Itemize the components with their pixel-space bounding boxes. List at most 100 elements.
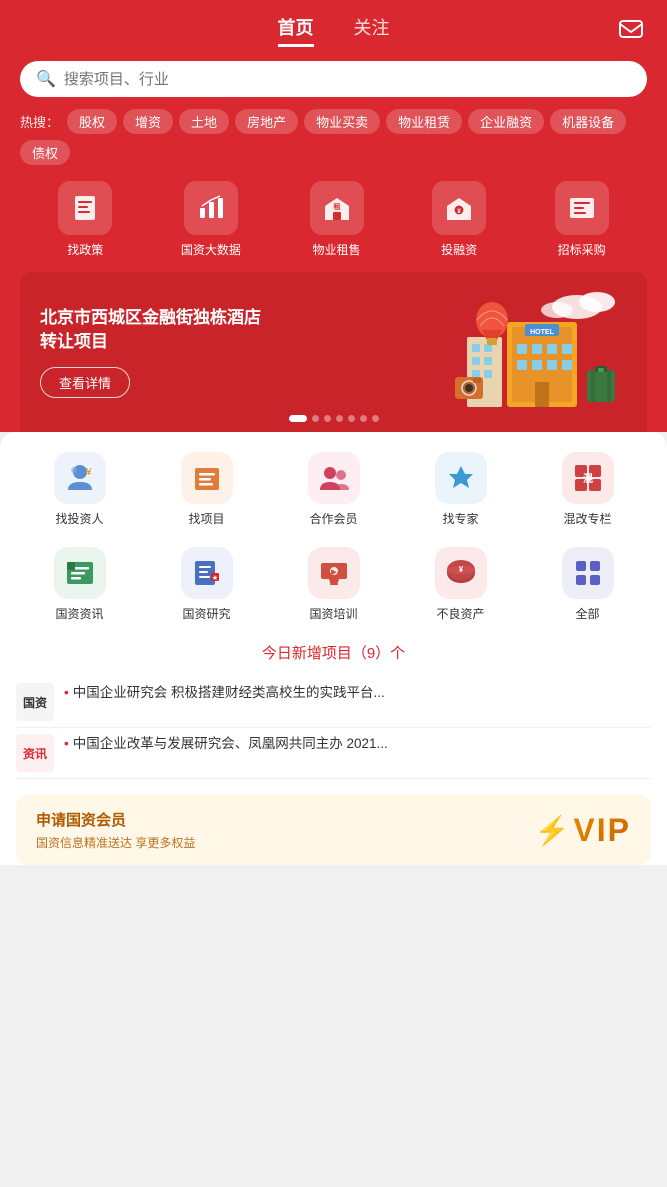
service-item-research[interactable]: ★ 国资研究 [177,547,237,622]
icon-label: 物业租售 [312,241,360,258]
badge-text-1: 资讯 [23,745,47,762]
hot-tag[interactable]: 物业买卖 [304,109,380,134]
feature-item-member[interactable]: 合作会员 [304,452,364,527]
banner-btn[interactable]: 查看详情 [40,367,130,398]
project-icon [181,452,233,504]
dot-6[interactable] [372,415,379,422]
search-icon: 🔍 [36,69,56,89]
vip-title: 申请国资会员 [36,809,535,830]
svg-text:HOTEL: HOTEL [530,329,554,336]
feature-label: 找项目 [188,510,224,527]
header-nav: 首页 关注 [20,14,647,47]
icon-label: 国资大数据 [181,241,241,258]
mixed-icon: 混 [562,452,614,504]
service-grid: 国资资讯 ★ 国资研究 ▶ 国资培训 ¥ 不良资产 [16,547,651,622]
news-badge-1: 资讯 [16,734,54,772]
icon-item-invest[interactable]: ¥ 投融资 [432,181,486,258]
feature-grid: ¥ 找投资人 找项目 合作会员 找专家 [16,452,651,527]
investor-icon: ¥ [54,452,106,504]
service-label: 国资资讯 [55,605,103,622]
icon-item-property[interactable]: 租 物业租售 [310,181,364,258]
hot-label: 热搜： [20,112,59,131]
news-text-1: •中国企业改革与发展研究会、凤凰网共同主办 2021... [64,734,651,754]
service-label: 国资培训 [309,605,357,622]
feature-item-project[interactable]: 找项目 [177,452,237,527]
hot-tag[interactable]: 物业租赁 [386,109,462,134]
feature-item-mixed[interactable]: 混 混改专栏 [558,452,618,527]
icon-label: 投融资 [441,241,477,258]
icon-item-policy[interactable]: 找政策 [58,181,112,258]
feature-item-investor[interactable]: ¥ 找投资人 [50,452,110,527]
hot-tag[interactable]: 债权 [20,140,70,165]
svg-text:¥: ¥ [85,467,92,478]
dot-0[interactable] [289,415,307,422]
dot-4[interactable] [348,415,355,422]
service-item-asset[interactable]: ¥ 不良资产 [431,547,491,622]
hot-tag[interactable]: 房地产 [235,109,298,134]
tab-follow[interactable]: 关注 [354,14,390,47]
vip-text: VIP [573,812,631,849]
banner[interactable]: 北京市西城区金融街独栋酒店转让项目 查看详情 HOTEL [20,272,647,432]
lightning-icon: ⚡ [535,814,570,847]
bullet-0: • [64,685,69,700]
nav-tabs: 首页 关注 [278,14,390,47]
hot-tag[interactable]: 机器设备 [550,109,626,134]
dot-2[interactable] [324,415,331,422]
training-icon: ▶ [308,547,360,599]
dot-3[interactable] [336,415,343,422]
icon-label: 招标采购 [558,241,606,258]
hot-tag[interactable]: 增资 [123,109,173,134]
icon-label: 找政策 [67,241,103,258]
hot-search-section: 热搜： 股权 增资 土地 房地产 物业买卖 物业租赁 企业融资 机器设备 债权 [20,109,647,165]
banner-text: 北京市西城区金融街独栋酒店转让项目 查看详情 [40,306,447,399]
feature-item-expert[interactable]: 找专家 [431,452,491,527]
news-icon [54,547,106,599]
news-section: 国资 •中国企业研究会 积极搭建财经类高校生的实践平台... 资讯 •中国企业改… [16,677,651,779]
banner-dots [289,415,379,422]
icon-item-bid[interactable]: 招标采购 [555,181,609,258]
vip-text-area: 申请国资会员 国资信息精准送达 享更多权益 [36,809,535,851]
dot-5[interactable] [360,415,367,422]
content-area: ¥ 找投资人 找项目 合作会员 找专家 [0,432,667,865]
news-item-0[interactable]: 国资 •中国企业研究会 积极搭建财经类高校生的实践平台... [16,677,651,728]
tab-home[interactable]: 首页 [278,14,314,47]
bid-icon-box [555,181,609,235]
news-text-0: •中国企业研究会 积极搭建财经类高校生的实践平台... [64,683,651,703]
news-badge-box: 资讯 [16,734,54,772]
svg-text:¥: ¥ [458,565,463,574]
news-badge-0: 国资 [16,683,54,721]
vip-subtitle: 国资信息精准送达 享更多权益 [36,834,535,851]
banner-illustration: HOTEL [447,282,627,422]
svg-text:混: 混 [583,472,593,485]
service-item-all[interactable]: 全部 [558,547,618,622]
invest-icon-box: ¥ [432,181,486,235]
service-label: 全部 [575,605,599,622]
service-item-news[interactable]: 国资资讯 [50,547,110,622]
search-bar[interactable]: 🔍 [20,61,647,97]
feature-label: 找投资人 [55,510,103,527]
dot-1[interactable] [312,415,319,422]
hot-tag[interactable]: 股权 [67,109,117,134]
expert-icon [435,452,487,504]
asset-icon: ¥ [435,547,487,599]
svg-text:★: ★ [211,574,217,582]
hot-tag[interactable]: 土地 [179,109,229,134]
message-button[interactable] [615,14,647,46]
svg-text:▶: ▶ [330,569,337,576]
icon-item-data[interactable]: 国资大数据 [181,181,241,258]
search-input[interactable] [64,71,631,88]
member-icon [308,452,360,504]
property-icon-box: 租 [310,181,364,235]
vip-banner[interactable]: 申请国资会员 国资信息精准送达 享更多权益 ⚡ VIP [16,795,651,865]
feature-label: 合作会员 [309,510,357,527]
hot-tag[interactable]: 企业融资 [468,109,544,134]
all-icon [562,547,614,599]
feature-label: 找专家 [442,510,478,527]
banner-title: 北京市西城区金融街独栋酒店转让项目 [40,306,447,354]
data-icon-box [184,181,238,235]
vip-badge: ⚡ VIP [535,812,631,849]
top-icon-grid: 找政策 国资大数据 租 物业租售 ¥ 投融资 [20,181,647,258]
news-item-1[interactable]: 资讯 •中国企业改革与发展研究会、凤凰网共同主办 2021... [16,728,651,779]
service-item-training[interactable]: ▶ 国资培训 [304,547,364,622]
policy-icon-box [58,181,112,235]
